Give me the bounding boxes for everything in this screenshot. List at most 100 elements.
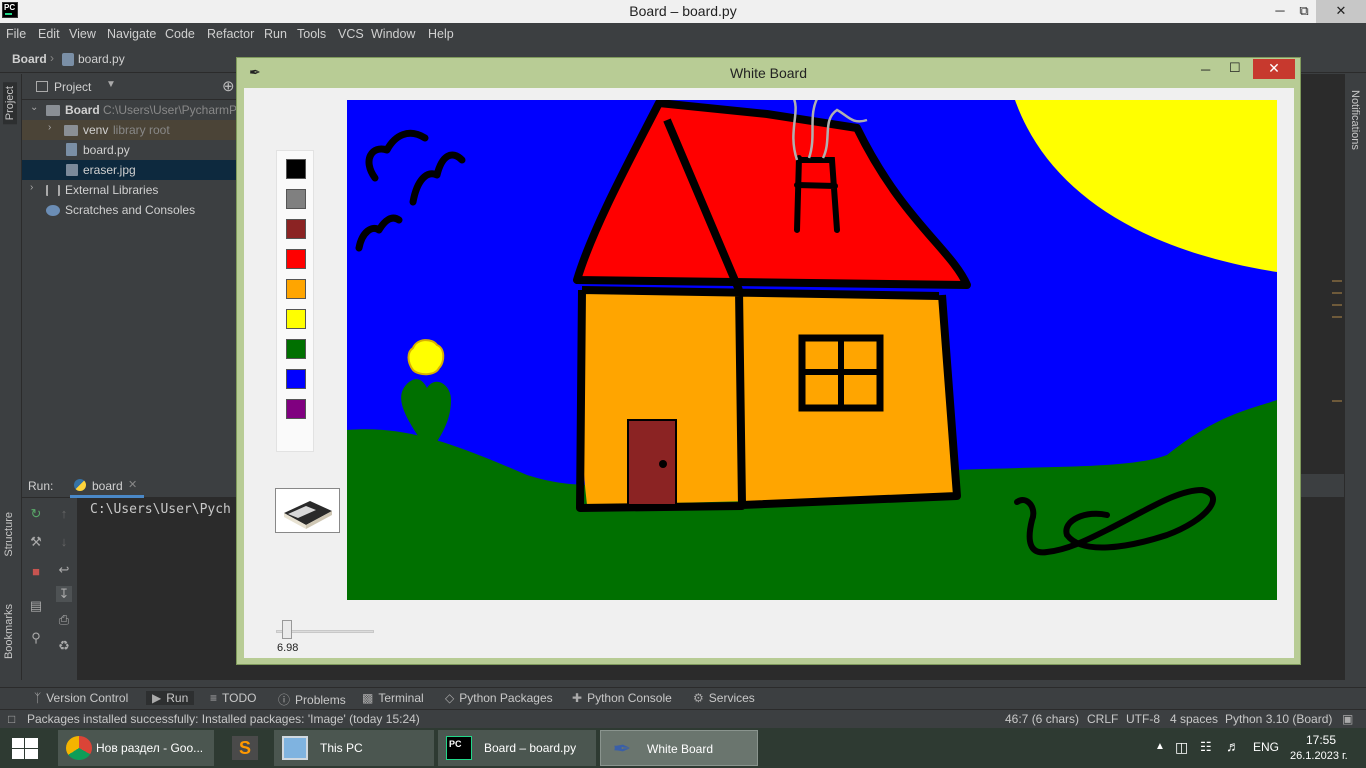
status-interpreter[interactable]: Python 3.10 (Board): [1225, 712, 1332, 726]
python-file-icon: [62, 53, 74, 66]
windows-start-icon[interactable]: [12, 738, 38, 760]
color-swatch[interactable]: [286, 249, 306, 269]
breadcrumb-project[interactable]: Board: [12, 52, 47, 66]
stop-icon[interactable]: ■: [28, 564, 44, 580]
taskbar-pycharm[interactable]: PC Board – board.py: [438, 730, 596, 766]
layout-icon[interactable]: ▤: [28, 598, 44, 614]
ide-close-button[interactable]: ✕: [1316, 0, 1366, 23]
project-panel-title[interactable]: Project: [54, 80, 91, 94]
arrow-up-icon[interactable]: ↑: [56, 506, 72, 522]
python-file-icon: [66, 143, 77, 156]
menu-tools[interactable]: Tools: [297, 27, 326, 41]
status-caret-position[interactable]: 46:7 (6 chars): [1005, 712, 1079, 726]
drawing-canvas[interactable]: [347, 100, 1277, 600]
status-indent[interactable]: 4 spaces: [1170, 712, 1218, 726]
color-swatch[interactable]: [286, 159, 306, 179]
scroll-to-end-icon[interactable]: ↧: [56, 586, 72, 602]
language-indicator[interactable]: ENG: [1253, 740, 1279, 754]
tree-item-path: C:\Users\User\PycharmPr: [103, 103, 238, 117]
chevron-right-icon[interactable]: ›: [30, 182, 33, 193]
volume-icon[interactable]: ♬: [1226, 738, 1240, 754]
tree-item-board-py[interactable]: board.py: [22, 140, 238, 160]
tab-version-control[interactable]: ᛉ Version Control: [34, 691, 128, 705]
color-swatch[interactable]: [286, 339, 306, 359]
status-line-separator[interactable]: CRLF: [1087, 712, 1118, 726]
color-swatch[interactable]: [286, 189, 306, 209]
clock-time[interactable]: 17:55: [1306, 733, 1336, 747]
branch-icon: ᛉ: [34, 691, 42, 705]
tool-tab-notifications[interactable]: Notifications: [1349, 90, 1361, 150]
pin-icon[interactable]: ⚲: [28, 630, 44, 646]
taskbar-sublime[interactable]: S: [220, 730, 268, 766]
whiteboard-minimize-button[interactable]: ─: [1201, 62, 1210, 77]
menu-code[interactable]: Code: [165, 27, 195, 41]
menu-help[interactable]: Help: [428, 27, 454, 41]
whiteboard-title-bar[interactable]: ✒ White Board ─ ☐ ✕: [237, 58, 1300, 87]
clock-date[interactable]: 26.1.2023 г.: [1290, 750, 1348, 762]
color-swatch[interactable]: [286, 309, 306, 329]
rerun-icon[interactable]: ↻: [28, 506, 44, 522]
wrench-icon[interactable]: ⚒: [28, 534, 44, 550]
network-icon[interactable]: ☷: [1200, 739, 1212, 755]
run-tab-board[interactable]: board ✕: [70, 474, 144, 498]
arrow-down-icon[interactable]: ↓: [56, 534, 72, 550]
chevron-down-icon[interactable]: ⌄: [30, 102, 38, 113]
crosshair-icon[interactable]: ⊕: [222, 77, 235, 95]
tab-run[interactable]: ▶ Run: [146, 691, 195, 705]
menu-refactor[interactable]: Refactor: [207, 27, 254, 41]
taskbar-this-pc[interactable]: This PC: [274, 730, 434, 766]
trash-icon[interactable]: ♻: [56, 638, 72, 654]
taskbar-chrome[interactable]: Нов раздел - Goo...: [58, 730, 214, 766]
tray-chevron-up-icon[interactable]: ▲: [1155, 741, 1165, 752]
color-swatch[interactable]: [286, 279, 306, 299]
lock-icon[interactable]: ▣: [1342, 712, 1353, 726]
breadcrumb-separator-icon: ›: [50, 51, 54, 65]
ide-window-title: Board – board.py: [629, 3, 737, 19]
project-panel: Project ▼ ⊕ ⌄ Board C:\Users\User\Pychar…: [22, 74, 238, 474]
tree-item-scratches[interactable]: Scratches and Consoles: [22, 200, 238, 220]
menu-view[interactable]: View: [69, 27, 96, 41]
console-output[interactable]: C:\Users\User\Pych: [90, 502, 231, 517]
soft-wrap-icon[interactable]: ↩: [56, 562, 72, 578]
status-panel-toggle-icon[interactable]: □: [8, 712, 15, 726]
brush-size-slider-thumb[interactable]: [282, 620, 293, 639]
tool-tab-project[interactable]: Project: [3, 82, 17, 125]
whiteboard-close-button[interactable]: ✕: [1253, 59, 1295, 79]
eraser-button[interactable]: [275, 488, 340, 533]
status-encoding[interactable]: UTF-8: [1126, 712, 1160, 726]
chevron-right-icon[interactable]: ›: [48, 122, 51, 133]
color-swatch[interactable]: [286, 219, 306, 239]
list-icon: ≡: [210, 691, 218, 705]
tab-python-packages[interactable]: ◇ Python Packages: [445, 691, 553, 705]
taskbar-white-board[interactable]: ✒ White Board: [600, 730, 758, 766]
tool-tab-structure[interactable]: Structure: [3, 512, 15, 557]
status-message[interactable]: Packages installed successfully: Install…: [27, 712, 420, 726]
breadcrumb-file[interactable]: board.py: [78, 52, 125, 66]
close-icon[interactable]: ✕: [128, 478, 137, 491]
tree-item-label: Board: [65, 103, 100, 117]
menu-file[interactable]: File: [6, 27, 26, 41]
color-swatch[interactable]: [286, 369, 306, 389]
tab-python-console[interactable]: ✚ Python Console: [572, 691, 672, 705]
tab-todo[interactable]: ≡ TODO: [210, 691, 256, 705]
battery-icon[interactable]: ◫: [1175, 739, 1188, 756]
tree-item-board[interactable]: ⌄ Board C:\Users\User\PycharmPr: [22, 100, 238, 120]
menu-run[interactable]: Run: [264, 27, 287, 41]
tab-services[interactable]: ⚙ Services: [693, 691, 755, 705]
tree-item-eraser-jpg[interactable]: eraser.jpg: [22, 160, 238, 180]
tree-item-venv[interactable]: › venv library root: [22, 120, 238, 140]
folder-icon: [64, 125, 78, 136]
whiteboard-maximize-button[interactable]: ☐: [1229, 60, 1241, 76]
color-swatch[interactable]: [286, 399, 306, 419]
tab-problems[interactable]: ⓘ Problems: [278, 691, 346, 708]
menu-edit[interactable]: Edit: [38, 27, 60, 41]
chevron-down-icon[interactable]: ▼: [106, 79, 116, 90]
menu-navigate[interactable]: Navigate: [107, 27, 156, 41]
print-icon[interactable]: ⎙: [56, 612, 72, 628]
tree-item-external-libraries[interactable]: › External Libraries: [22, 180, 238, 200]
menu-vcs[interactable]: VCS: [338, 27, 364, 41]
tab-label: Python Packages: [459, 691, 553, 705]
menu-window[interactable]: Window: [371, 27, 415, 41]
tool-tab-bookmarks[interactable]: Bookmarks: [3, 604, 15, 659]
tab-terminal[interactable]: ▩ Terminal: [362, 691, 424, 705]
